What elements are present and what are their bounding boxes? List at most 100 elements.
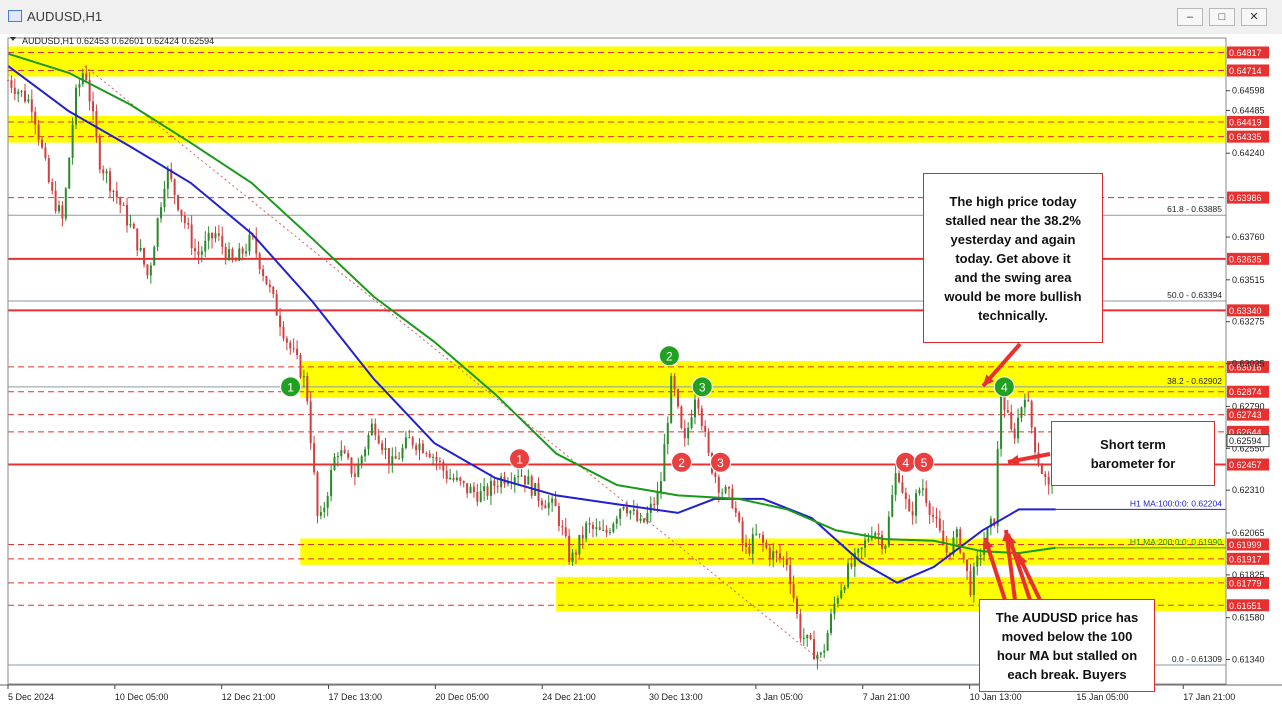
candle-body xyxy=(955,529,958,538)
candle-body xyxy=(163,188,166,208)
candle-body xyxy=(313,443,316,473)
candle-body xyxy=(574,552,577,555)
candle-body xyxy=(938,518,941,531)
candle-body xyxy=(816,654,819,660)
candle-body xyxy=(282,326,285,339)
candle-body xyxy=(789,565,792,585)
candle-body xyxy=(143,247,146,265)
candle-body xyxy=(214,233,217,239)
price-level-label: 0.64817 xyxy=(1229,48,1262,58)
candle-body xyxy=(476,492,479,502)
candle-body xyxy=(619,509,622,519)
chart-window-icon xyxy=(8,10,22,22)
candle-body xyxy=(690,417,693,428)
candle-body xyxy=(146,264,149,276)
candle-body xyxy=(330,469,333,497)
candle-body xyxy=(530,476,533,496)
candle-body xyxy=(782,558,785,560)
support-resistance-zone xyxy=(8,46,1226,77)
callout-barometer: Short term barometer for xyxy=(1051,421,1215,486)
candle-body xyxy=(245,251,248,254)
candle-body xyxy=(13,87,16,95)
candle-body xyxy=(707,431,710,454)
candle-body xyxy=(687,427,690,439)
candle-body xyxy=(693,399,696,418)
candle-body xyxy=(112,190,115,192)
price-level-label: 0.62457 xyxy=(1229,460,1262,470)
candle-body xyxy=(959,529,962,553)
swing-marker-label: 4 xyxy=(902,456,909,470)
candle-body xyxy=(921,488,924,490)
candle-body xyxy=(547,502,550,509)
candle-body xyxy=(1044,473,1047,478)
candle-body xyxy=(275,293,278,316)
candle-body xyxy=(197,251,200,255)
candle-body xyxy=(823,650,826,653)
price-level-label: 0.61651 xyxy=(1229,601,1262,611)
candle-body xyxy=(486,486,489,496)
candle-body xyxy=(819,652,822,655)
candle-body xyxy=(445,470,448,479)
swing-marker-label: 1 xyxy=(287,380,294,394)
price-tick-label: 0.61340 xyxy=(1232,655,1265,665)
candle-body xyxy=(642,518,645,523)
candle-body xyxy=(517,476,520,478)
candle-body xyxy=(190,224,193,249)
candle-body xyxy=(224,246,227,260)
time-tick-label: 30 Dec 13:00 xyxy=(649,692,703,702)
price-tick-label: 0.63275 xyxy=(1232,317,1265,327)
candle-body xyxy=(727,487,730,489)
candle-body xyxy=(704,426,707,432)
candle-body xyxy=(353,473,356,477)
candle-body xyxy=(520,475,523,477)
candle-body xyxy=(659,481,662,492)
candle-body xyxy=(724,487,727,493)
ma100-label: H1 MA:100:0:0: 0.62204 xyxy=(1130,498,1222,508)
candle-body xyxy=(714,472,717,477)
candle-body xyxy=(187,223,190,225)
candle-body xyxy=(272,286,275,294)
price-tick-label: 0.64485 xyxy=(1232,105,1265,115)
candle-body xyxy=(904,492,907,500)
candle-body xyxy=(500,476,503,488)
candle-body xyxy=(887,516,890,546)
callout-ma-break: The AUDUSD price has moved below the 100… xyxy=(979,599,1155,692)
close-button[interactable]: ✕ xyxy=(1241,8,1267,26)
candle-body xyxy=(523,475,526,485)
candle-body xyxy=(813,638,816,660)
candle-body xyxy=(748,546,751,554)
candle-body xyxy=(809,634,812,639)
price-level-label: 0.61999 xyxy=(1229,540,1262,550)
price-tick-label: 0.62065 xyxy=(1232,528,1265,538)
candle-body xyxy=(299,354,302,378)
price-tick-label: 0.64240 xyxy=(1232,148,1265,158)
candle-body xyxy=(401,447,404,459)
minimize-button[interactable]: – xyxy=(1177,8,1203,26)
candle-body xyxy=(493,480,496,487)
candle-body xyxy=(775,551,778,554)
maximize-button[interactable]: □ xyxy=(1209,8,1235,26)
candle-body xyxy=(636,510,639,521)
candle-body xyxy=(119,197,122,205)
candle-body xyxy=(71,124,74,158)
candle-body xyxy=(398,458,401,460)
candle-body xyxy=(347,453,350,458)
candle-body xyxy=(911,511,914,516)
candle-body xyxy=(969,570,972,596)
candle-body xyxy=(758,533,761,535)
candle-body xyxy=(30,99,33,112)
candle-body xyxy=(333,457,336,470)
candle-body xyxy=(615,518,618,524)
candle-body xyxy=(156,218,159,247)
time-tick-label: 24 Dec 21:00 xyxy=(542,692,596,702)
fib-level-label: 61.8 - 0.63885 xyxy=(1167,204,1222,214)
candle-body xyxy=(391,456,394,465)
candle-body xyxy=(47,158,50,183)
candle-body xyxy=(452,477,455,480)
candle-body xyxy=(238,248,241,261)
candle-body xyxy=(908,499,911,512)
candle-body xyxy=(673,375,676,390)
candle-body xyxy=(608,531,611,533)
price-level-label: 0.64714 xyxy=(1229,66,1262,76)
candle-body xyxy=(656,491,659,505)
